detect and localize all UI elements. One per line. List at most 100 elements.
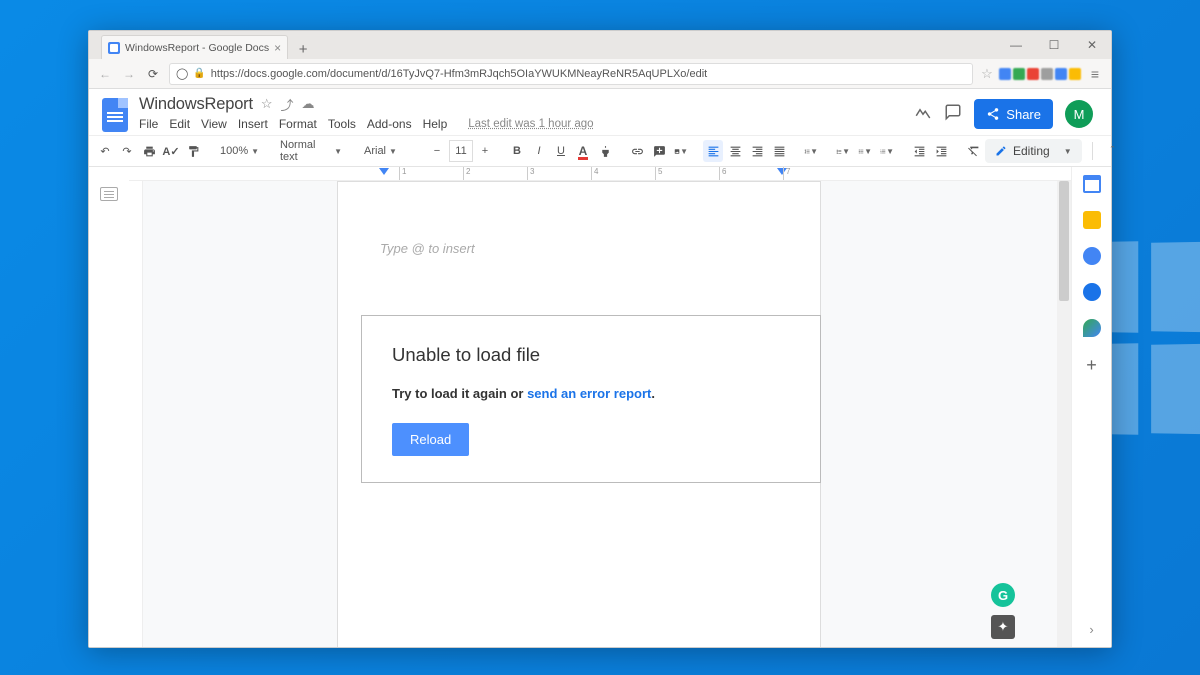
close-tab-icon[interactable]: × bbox=[274, 42, 281, 54]
browser-tab[interactable]: WindowsReport - Google Docs × bbox=[101, 35, 288, 59]
error-title: Unable to load file bbox=[392, 344, 790, 366]
text-color-button[interactable]: A bbox=[573, 140, 593, 162]
italic-button[interactable]: I bbox=[529, 140, 549, 162]
shield-icon: ◯ bbox=[176, 67, 188, 80]
bullet-list-button[interactable]: ▼ bbox=[855, 140, 875, 162]
font-select[interactable]: Arial▼ bbox=[359, 140, 415, 162]
vertical-ruler[interactable] bbox=[129, 181, 143, 647]
indent-increase-button[interactable] bbox=[931, 140, 951, 162]
bold-button[interactable]: B bbox=[507, 140, 527, 162]
url-field[interactable]: ◯ 🔒 https://docs.google.com/document/d/1… bbox=[169, 63, 973, 85]
toolbar: ↶ ↷ A✓ 100%▼ Normal text▼ Arial▼ − bbox=[89, 135, 1111, 167]
document-title[interactable]: WindowsReport bbox=[139, 95, 253, 114]
add-comment-button[interactable] bbox=[649, 140, 669, 162]
font-size-field[interactable]: 11 bbox=[449, 140, 473, 162]
error-report-link[interactable]: send an error report bbox=[527, 386, 651, 401]
side-panel: + › bbox=[1071, 167, 1111, 647]
spellcheck-button[interactable]: A✓ bbox=[161, 140, 181, 162]
avatar[interactable]: M bbox=[1065, 100, 1093, 128]
maps-icon[interactable] bbox=[1083, 319, 1101, 337]
last-edit-text[interactable]: Last edit was 1 hour ago bbox=[468, 118, 593, 130]
docs-header: WindowsReport ☆ ⤴ ☁ File Edit View Inser… bbox=[89, 89, 1111, 135]
window-controls: — ☐ ✕ bbox=[997, 31, 1111, 59]
vertical-scrollbar[interactable] bbox=[1057, 181, 1071, 647]
clear-format-button[interactable] bbox=[963, 140, 983, 162]
explore-button[interactable]: ✦ bbox=[991, 615, 1015, 639]
close-window-button[interactable]: ✕ bbox=[1073, 32, 1111, 58]
underline-button[interactable]: U bbox=[551, 140, 571, 162]
menu-insert[interactable]: Insert bbox=[238, 117, 268, 131]
sidepanel-collapse-icon[interactable]: › bbox=[1089, 612, 1093, 647]
document-area: 1 2 3 4 5 6 7 Type @ to insert Unable to… bbox=[129, 167, 1071, 647]
keep-icon[interactable] bbox=[1083, 211, 1101, 229]
outline-icon[interactable] bbox=[100, 187, 118, 201]
contacts-icon[interactable] bbox=[1083, 283, 1101, 301]
docs-logo[interactable] bbox=[99, 95, 131, 135]
star-icon[interactable]: ☆ bbox=[261, 96, 273, 112]
font-size-increase[interactable]: + bbox=[475, 140, 495, 162]
extension-icons[interactable] bbox=[999, 68, 1081, 80]
outline-gutter bbox=[89, 167, 129, 647]
scrollbar-thumb[interactable] bbox=[1059, 181, 1069, 301]
link-button[interactable] bbox=[627, 140, 647, 162]
indent-marker-left[interactable] bbox=[379, 168, 389, 175]
url-bar: ← → ⟳ ◯ 🔒 https://docs.google.com/docume… bbox=[89, 59, 1111, 89]
browser-menu-icon[interactable]: ≡ bbox=[1087, 66, 1103, 82]
forward-button[interactable]: → bbox=[121, 67, 137, 81]
share-label: Share bbox=[1006, 107, 1041, 122]
tab-strip: WindowsReport - Google Docs × + — ☐ ✕ bbox=[89, 31, 1111, 59]
indent-decrease-button[interactable] bbox=[909, 140, 929, 162]
menu-file[interactable]: File bbox=[139, 117, 158, 131]
docs-app: WindowsReport ☆ ⤴ ☁ File Edit View Inser… bbox=[89, 89, 1111, 647]
undo-button[interactable]: ↶ bbox=[95, 140, 115, 162]
checklist-button[interactable]: ▼ bbox=[833, 140, 853, 162]
style-select[interactable]: Normal text▼ bbox=[275, 140, 347, 162]
menu-view[interactable]: View bbox=[201, 117, 227, 131]
tasks-icon[interactable] bbox=[1083, 247, 1101, 265]
move-icon[interactable]: ⤴ bbox=[281, 95, 294, 114]
menu-edit[interactable]: Edit bbox=[169, 117, 190, 131]
reload-button[interactable]: Reload bbox=[392, 423, 469, 456]
zoom-select[interactable]: 100%▼ bbox=[215, 140, 263, 162]
minimize-button[interactable]: — bbox=[997, 32, 1035, 58]
docs-favicon bbox=[108, 42, 120, 54]
cloud-status-icon[interactable]: ☁ bbox=[302, 96, 315, 112]
collapse-toolbar-icon[interactable]: ˆ bbox=[1103, 145, 1123, 157]
align-justify-button[interactable] bbox=[769, 140, 789, 162]
font-size-decrease[interactable]: − bbox=[427, 140, 447, 162]
line-spacing-button[interactable]: ▼ bbox=[801, 140, 821, 162]
calendar-icon[interactable] bbox=[1083, 175, 1101, 193]
paint-format-button[interactable] bbox=[183, 140, 203, 162]
url-text: https://docs.google.com/document/d/16TyJ… bbox=[211, 68, 707, 80]
add-sidepanel-icon[interactable]: + bbox=[1086, 355, 1097, 376]
error-message: Try to load it again or send an error re… bbox=[392, 386, 790, 401]
avatar-initial: M bbox=[1074, 107, 1085, 122]
bookmark-star-icon[interactable]: ☆ bbox=[981, 66, 993, 82]
align-center-button[interactable] bbox=[725, 140, 745, 162]
numbered-list-button[interactable]: ▼ bbox=[877, 140, 897, 162]
print-button[interactable] bbox=[139, 140, 159, 162]
align-right-button[interactable] bbox=[747, 140, 767, 162]
menu-addons[interactable]: Add-ons bbox=[367, 117, 412, 131]
share-button[interactable]: Share bbox=[974, 99, 1053, 129]
highlight-button[interactable] bbox=[595, 140, 615, 162]
editing-mode-select[interactable]: Editing ▼ bbox=[985, 139, 1082, 163]
menu-tools[interactable]: Tools bbox=[328, 117, 356, 131]
image-button[interactable]: ▼ bbox=[671, 140, 691, 162]
activity-icon[interactable] bbox=[914, 103, 932, 125]
reload-page-button[interactable]: ⟳ bbox=[145, 67, 161, 81]
menu-help[interactable]: Help bbox=[423, 117, 448, 131]
workspace: 1 2 3 4 5 6 7 Type @ to insert Unable to… bbox=[89, 167, 1111, 647]
horizontal-ruler[interactable]: 1 2 3 4 5 6 7 bbox=[129, 167, 1071, 181]
grammarly-icon[interactable]: G bbox=[991, 583, 1015, 607]
menu-format[interactable]: Format bbox=[279, 117, 317, 131]
placeholder-text: Type @ to insert bbox=[380, 241, 475, 256]
align-left-button[interactable] bbox=[703, 140, 723, 162]
comment-icon[interactable] bbox=[944, 103, 962, 125]
error-dialog: Unable to load file Try to load it again… bbox=[361, 315, 821, 483]
new-tab-button[interactable]: + bbox=[292, 39, 314, 59]
maximize-button[interactable]: ☐ bbox=[1035, 32, 1073, 58]
back-button[interactable]: ← bbox=[97, 67, 113, 81]
browser-window: WindowsReport - Google Docs × + — ☐ ✕ ← … bbox=[88, 30, 1112, 648]
redo-button[interactable]: ↷ bbox=[117, 140, 137, 162]
